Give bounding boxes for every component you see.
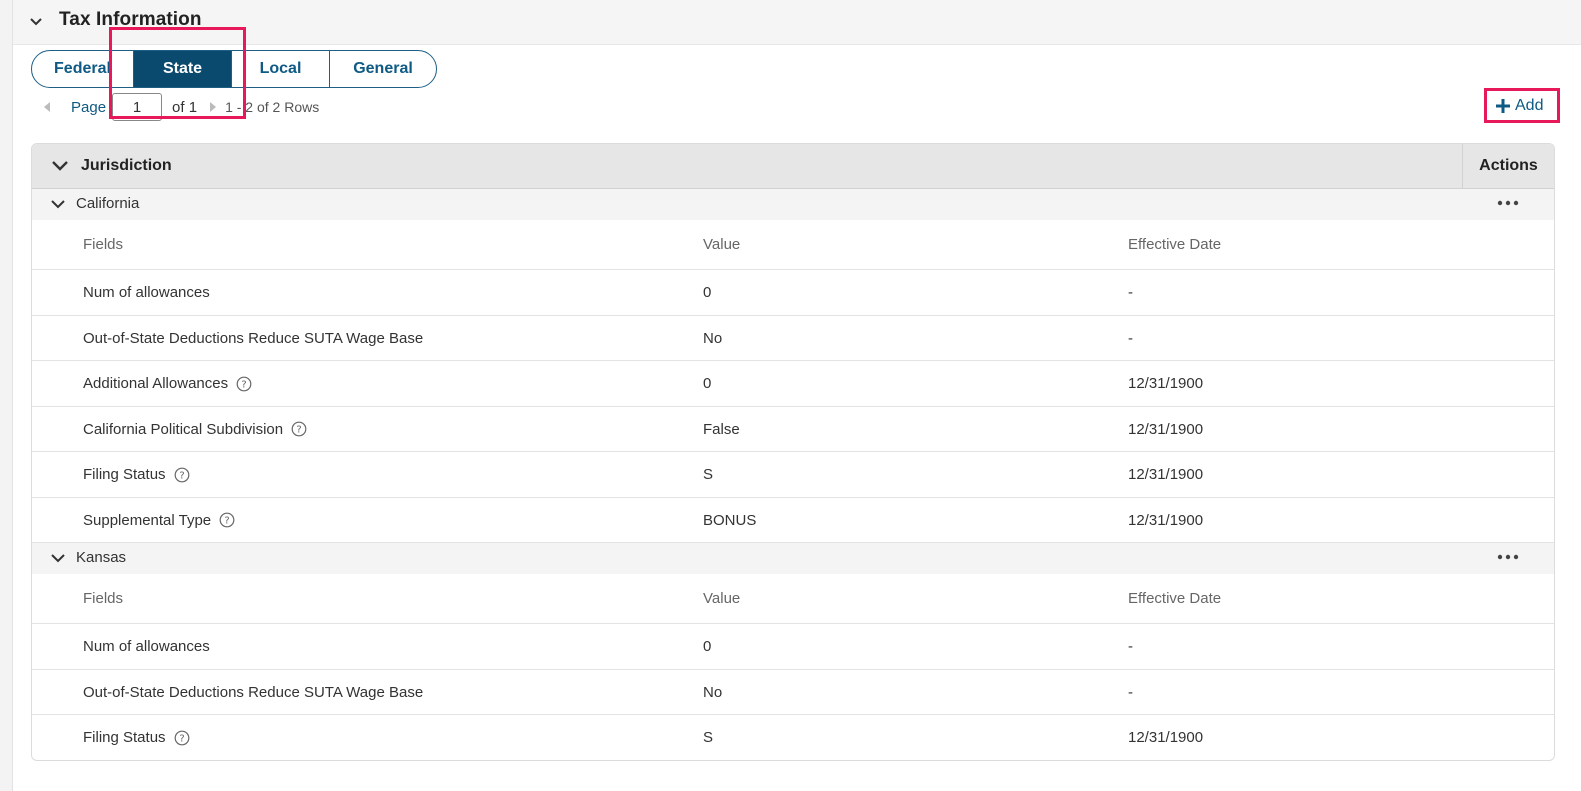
field-value: BONUS xyxy=(703,511,757,529)
field-name: Out-of-State Deductions Reduce SUTA Wage… xyxy=(83,684,423,701)
pager-of-text: of 1 xyxy=(172,98,198,116)
value-column-header: Value xyxy=(703,236,741,253)
group-row-kansas[interactable]: Kansas xyxy=(32,543,1554,574)
field-effective-date: 12/31/1900 xyxy=(1128,466,1204,483)
field-value: 0 xyxy=(703,375,712,392)
field-name: Filing Status ? xyxy=(83,466,190,483)
svg-text:?: ? xyxy=(179,470,184,481)
svg-text:?: ? xyxy=(179,733,184,744)
field-value: 0 xyxy=(703,638,712,655)
help-circle-icon[interactable]: ? xyxy=(219,512,235,528)
group-row-california[interactable]: California xyxy=(32,189,1554,220)
field-name: Num of allowances xyxy=(83,284,210,301)
help-circle-icon[interactable]: ? xyxy=(236,376,252,392)
table-row: Out-of-State Deductions Reduce SUTA Wage… xyxy=(32,670,1554,715)
page-number-input[interactable] xyxy=(112,93,163,121)
value-column-header: Value xyxy=(703,590,741,607)
table-row: Filing Status ? S 12/31/1900 xyxy=(32,452,1554,498)
field-name: Out-of-State Deductions Reduce SUTA Wage… xyxy=(83,330,423,347)
tab-local[interactable]: Local xyxy=(232,51,330,87)
table-row: Additional Allowances ? 0 12/31/1900 xyxy=(32,361,1554,407)
chevron-down-icon[interactable] xyxy=(50,157,70,175)
pager: Page of 1 1 - 2 of 2 Rows xyxy=(41,93,319,121)
pager-page-label: Page xyxy=(71,98,107,116)
field-value: No xyxy=(703,329,723,347)
triangle-left-icon[interactable] xyxy=(41,100,53,114)
more-horizontal-icon[interactable] xyxy=(1496,549,1520,565)
field-label: Filing Status xyxy=(83,729,166,746)
jurisdiction-column-header[interactable]: Jurisdiction xyxy=(81,157,172,175)
field-effective-date: 12/31/1900 xyxy=(1128,420,1204,438)
field-effective-date: - xyxy=(1128,638,1133,655)
chevron-down-icon[interactable] xyxy=(50,551,66,565)
field-effective-date: - xyxy=(1128,329,1133,347)
field-effective-date: - xyxy=(1128,683,1133,701)
actions-column-header: Actions xyxy=(1462,144,1554,188)
field-value: False xyxy=(703,420,740,438)
field-name: California Political Subdivision ? xyxy=(83,421,307,438)
field-value: S xyxy=(703,466,714,483)
field-label: Out-of-State Deductions Reduce SUTA Wage… xyxy=(83,329,424,347)
section-title: Tax Information xyxy=(59,9,202,30)
chevron-down-icon[interactable] xyxy=(27,12,45,30)
jurisdiction-grid: Jurisdiction Actions California Fields V… xyxy=(31,143,1555,761)
field-label: Out-of-State Deductions Reduce SUTA Wage… xyxy=(83,683,424,701)
fields-column-header: Fields xyxy=(83,590,124,607)
field-effective-date: - xyxy=(1128,284,1133,301)
field-name: Filing Status ? xyxy=(83,729,190,746)
plus-icon xyxy=(1496,99,1510,113)
table-row: Num of allowances 0 - xyxy=(32,270,1554,316)
tab-state[interactable]: State xyxy=(134,51,232,87)
field-effective-date: 12/31/1900 xyxy=(1128,511,1204,529)
svg-text:?: ? xyxy=(296,425,301,436)
field-label: Num of allowances xyxy=(83,638,210,655)
svg-text:?: ? xyxy=(241,379,246,390)
field-value: S xyxy=(703,729,714,746)
field-name: Num of allowances xyxy=(83,638,210,655)
field-label: California Political Subdivision xyxy=(83,420,284,438)
help-circle-icon[interactable]: ? xyxy=(174,467,190,483)
field-value: 0 xyxy=(703,284,712,301)
table-row: Supplemental Type ? BONUS 12/31/1900 xyxy=(32,498,1554,543)
add-button[interactable]: Add xyxy=(1495,94,1543,118)
help-circle-icon[interactable]: ? xyxy=(174,730,190,746)
table-row: Filing Status ? S 12/31/1900 xyxy=(32,715,1554,760)
field-effective-date: 12/31/1900 xyxy=(1128,729,1204,746)
detail-header-row: Fields Value Effective Date xyxy=(32,220,1554,270)
field-name: Supplemental Type ? xyxy=(83,512,235,529)
tax-tabs: Federal State Local General xyxy=(31,50,437,88)
grid-header: Jurisdiction Actions xyxy=(32,144,1554,189)
help-circle-icon[interactable]: ? xyxy=(291,421,307,437)
tab-federal[interactable]: Federal xyxy=(32,51,134,87)
svg-text:?: ? xyxy=(225,516,230,527)
table-row: Out-of-State Deductions Reduce SUTA Wage… xyxy=(32,316,1554,361)
page: Tax Information Federal State Local Gene… xyxy=(12,0,1581,791)
triangle-right-icon[interactable] xyxy=(207,100,219,114)
field-label: Supplemental Type xyxy=(83,511,212,529)
field-name: Additional Allowances ? xyxy=(83,375,252,392)
add-button-label: Add xyxy=(1515,97,1544,114)
detail-header-row: Fields Value Effective Date xyxy=(32,574,1554,624)
group-name: California xyxy=(76,195,140,212)
field-label: Additional Allowances xyxy=(83,375,229,392)
section-header[interactable]: Tax Information xyxy=(13,0,1581,45)
group-name: Kansas xyxy=(76,549,127,566)
pager-rows-count: 1 - 2 of 2 Rows xyxy=(225,99,320,115)
table-row: Num of allowances 0 - xyxy=(32,624,1554,670)
fields-column-header: Fields xyxy=(83,236,124,253)
effective-date-column-header: Effective Date xyxy=(1128,590,1222,607)
field-value: No xyxy=(703,683,723,701)
field-label: Filing Status xyxy=(83,466,166,483)
field-effective-date: 12/31/1900 xyxy=(1128,375,1204,392)
field-label: Num of allowances xyxy=(83,284,210,301)
more-horizontal-icon[interactable] xyxy=(1496,195,1520,211)
effective-date-column-header: Effective Date xyxy=(1128,236,1222,253)
tab-general[interactable]: General xyxy=(330,51,436,87)
chevron-down-icon[interactable] xyxy=(50,197,66,211)
table-row: California Political Subdivision ? False… xyxy=(32,407,1554,452)
